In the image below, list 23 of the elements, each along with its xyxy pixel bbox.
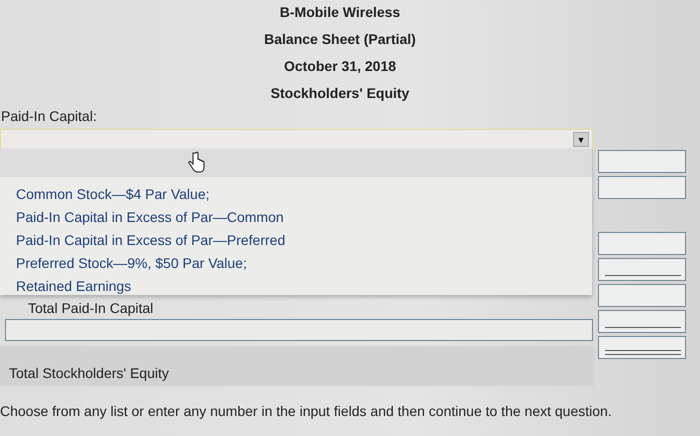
heading: B-Mobile Wireless xyxy=(280,3,400,21)
dropdown-option[interactable]: Retained Earnings xyxy=(14,277,134,295)
amount-field[interactable] xyxy=(598,310,686,333)
dropdown-option[interactable]: Paid-In Capital in Excess of Par—Common xyxy=(14,208,286,226)
amount-field[interactable] xyxy=(598,258,686,281)
account-dropdown[interactable]: ▼ xyxy=(0,129,593,151)
amount-field[interactable] xyxy=(598,150,686,173)
hand-cursor-icon xyxy=(186,151,206,173)
amount-field[interactable] xyxy=(598,284,686,307)
amount-field[interactable] xyxy=(598,176,686,199)
input-field[interactable] xyxy=(5,319,593,341)
total-label: Total Stockholders' Equity xyxy=(9,364,169,382)
section-label: Paid-In Capital: xyxy=(0,107,98,126)
instruction-text: Choose from any list or enter any number in the input fields and then continue to the next question. xyxy=(0,402,613,420)
dropdown-option[interactable]: Preferred Stock—9%, $50 Par Value; xyxy=(14,254,249,272)
total-label: Total Paid-In Capital xyxy=(27,299,154,317)
heading: Balance Sheet (Partial) xyxy=(264,30,416,48)
dropdown-option[interactable]: Paid-In Capital in Excess of Par—Preferred xyxy=(14,231,288,249)
amount-field[interactable] xyxy=(598,336,686,359)
dropdown-option[interactable]: Common Stock—$4 Par Value; xyxy=(14,185,212,203)
heading: October 31, 2018 xyxy=(284,57,396,75)
amount-field[interactable] xyxy=(598,232,686,255)
heading: Stockholders' Equity xyxy=(270,84,410,102)
